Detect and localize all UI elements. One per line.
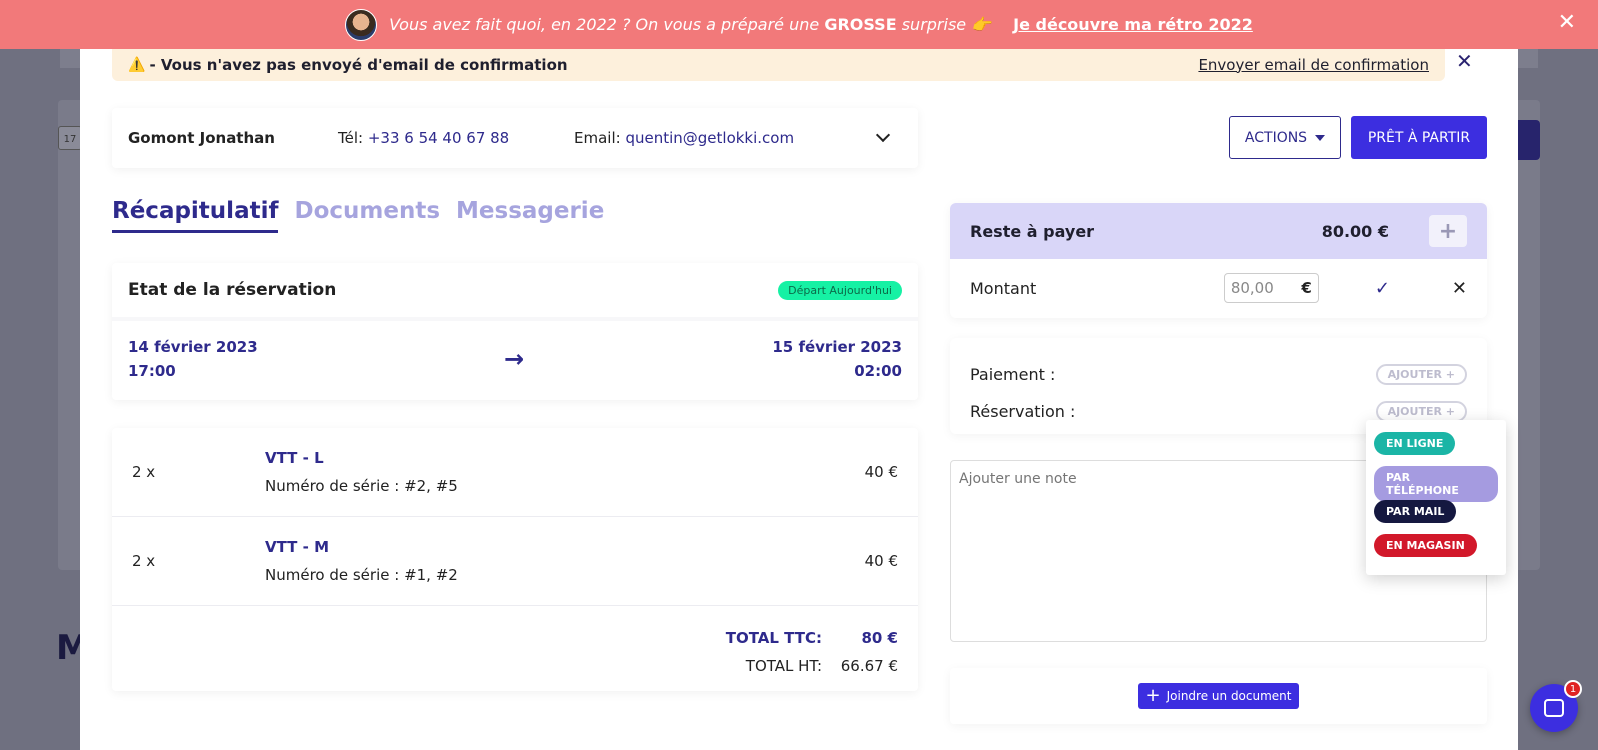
calendar-icon: 17 — [58, 126, 82, 150]
list-item: 2 x VTT - M Numéro de série : #1, #2 40 … — [112, 517, 918, 606]
item-name: VTT - L — [265, 449, 324, 467]
option-en-magasin[interactable]: EN MAGASIN — [1374, 534, 1477, 557]
amount-label: Montant — [970, 278, 1037, 298]
ready-button[interactable]: PRÊT À PARTIR — [1351, 116, 1487, 159]
item-serial: Numéro de série : #2, #5 — [265, 477, 458, 495]
plus-icon: + — [1145, 685, 1161, 706]
send-confirmation-link[interactable]: Envoyer email de confirmation — [1198, 56, 1429, 74]
add-payment-button[interactable]: + — [1429, 215, 1467, 247]
item-serial: Numéro de série : #1, #2 — [265, 566, 458, 584]
total-ttc-label: TOTAL TTC: — [725, 629, 822, 647]
caret-down-icon — [1315, 134, 1326, 141]
warning-icon: ⚠️ — [128, 56, 146, 73]
payment-method-label: Paiement : — [970, 365, 1056, 384]
chat-icon — [1544, 699, 1564, 717]
client-email: Email: quentin@getlokki.com — [574, 129, 795, 147]
chat-button[interactable]: 1 — [1530, 680, 1582, 732]
tab-bar: Récapitulatif Documents Messagerie — [112, 198, 604, 233]
list-item: 2 x VTT - L Numéro de série : #2, #5 40 … — [112, 428, 918, 517]
option-par-mail[interactable]: PAR MAIL — [1374, 500, 1457, 523]
reservation-method-dropdown: EN LIGNE PAR TÉLÉPHONE PAR MAIL EN MAGAS… — [1366, 420, 1506, 575]
close-icon[interactable]: ✕ — [1452, 278, 1467, 299]
client-phone: Tél: +33 6 54 40 67 88 — [338, 129, 510, 147]
item-price: 40 € — [864, 463, 898, 481]
check-icon[interactable]: ✓ — [1375, 278, 1390, 299]
amount-input[interactable]: 80,00 € — [1223, 273, 1319, 303]
remaining-label: Reste à payer — [970, 221, 1095, 241]
item-name: VTT - M — [265, 538, 330, 556]
end-date: 15 février 2023 02:00 — [772, 338, 902, 380]
status-badge: Départ Aujourd'hui — [778, 280, 902, 300]
avatar — [345, 8, 378, 41]
item-quantity: 2 x — [132, 552, 156, 570]
warning-banner: ⚠️ - Vous n'avez pas envoyé d'email de c… — [112, 48, 1445, 81]
warning-text: - Vous n'avez pas envoyé d'email de conf… — [149, 55, 568, 74]
chevron-down-icon[interactable] — [875, 127, 891, 143]
remaining-amount: 80.00 € — [1321, 221, 1389, 241]
add-reservation-method-button[interactable]: AJOUTER + — [1375, 401, 1467, 422]
totals: TOTAL TTC: 80 € TOTAL HT: 66.67 € — [112, 606, 918, 680]
option-en-ligne[interactable]: EN LIGNE — [1374, 432, 1456, 455]
start-date: 14 février 2023 17:00 — [128, 338, 258, 380]
actions-button[interactable]: ACTIONS — [1229, 116, 1341, 159]
close-icon[interactable]: ✕ — [1558, 10, 1576, 35]
payment-card: Reste à payer 80.00 € + Montant 80,00 € ✓… — [950, 203, 1487, 318]
promo-message: Vous avez fait quoi, en 2022 ? On vous a… — [389, 15, 992, 34]
notification-badge: 1 — [1564, 680, 1582, 698]
add-payment-method-button[interactable]: AJOUTER + — [1375, 364, 1467, 385]
reservation-method-label: Réservation : — [970, 402, 1076, 421]
promo-banner: Vous avez fait quoi, en 2022 ? On vous a… — [0, 0, 1598, 49]
attach-document-button[interactable]: + Joindre un document — [1137, 683, 1300, 709]
arrow-right-icon: → — [504, 345, 525, 373]
reservation-modal: ⚠️ - Vous n'avez pas envoyé d'email de c… — [80, 48, 1518, 750]
total-ht-label: TOTAL HT: — [745, 657, 822, 675]
reservation-state-card: Etat de la réservation Départ Aujourd'hu… — [112, 263, 918, 400]
client-card: Gomont Jonathan Tél: +33 6 54 40 67 88 E… — [112, 108, 918, 168]
total-ttc-value: 80 € — [861, 629, 898, 647]
items-list: 2 x VTT - L Numéro de série : #2, #5 40 … — [112, 428, 918, 691]
tab-messagerie[interactable]: Messagerie — [456, 198, 604, 233]
reservation-state-title: Etat de la réservation — [128, 280, 337, 300]
promo-link[interactable]: Je découvre ma rétro 2022 — [1013, 15, 1253, 34]
item-quantity: 2 x — [132, 463, 156, 481]
client-name: Gomont Jonathan — [128, 129, 275, 147]
document-section: + Joindre un document — [950, 668, 1487, 724]
item-price: 40 € — [864, 552, 898, 570]
option-par-telephone[interactable]: PAR TÉLÉPHONE — [1374, 466, 1498, 502]
close-icon[interactable]: ✕ — [1456, 49, 1473, 73]
tab-documents[interactable]: Documents — [294, 198, 440, 233]
total-ht-value: 66.67 € — [840, 657, 898, 675]
tab-recapitulatif[interactable]: Récapitulatif — [112, 198, 279, 233]
